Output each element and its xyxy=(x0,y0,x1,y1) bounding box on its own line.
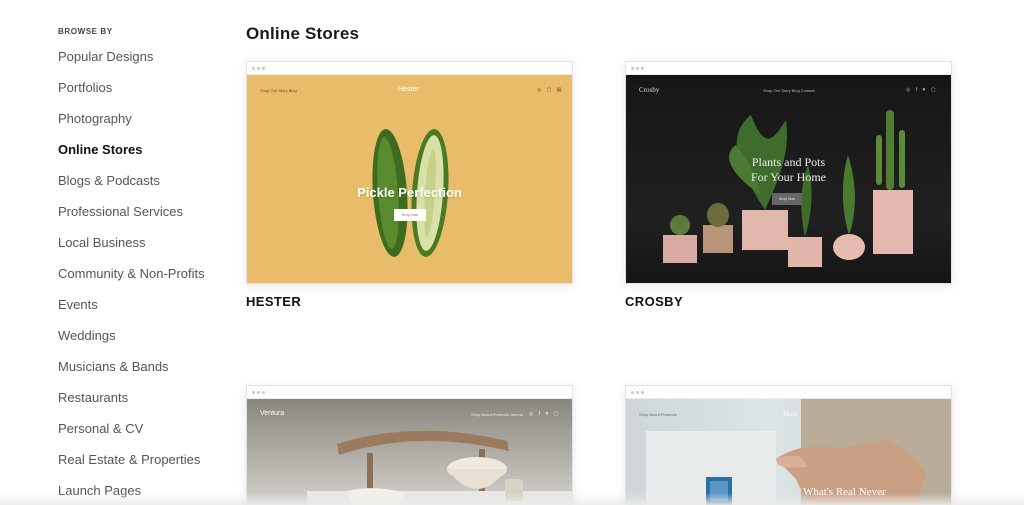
sidebar-item-online-stores[interactable]: Online Stores xyxy=(58,142,143,157)
sidebar-item-portfolios[interactable]: Portfolios xyxy=(58,80,112,95)
sidebar-item-personal-cv[interactable]: Personal & CV xyxy=(58,421,143,436)
template-name[interactable]: CROSBY xyxy=(625,294,683,309)
browser-chrome xyxy=(247,62,572,75)
pickle-illustration xyxy=(372,129,449,257)
sidebar-item-photography[interactable]: Photography xyxy=(58,111,132,126)
mara-hero: Shop About Products Mara What's Real Nev… xyxy=(626,399,951,505)
sidebar-item-popular-designs[interactable]: Popular Designs xyxy=(58,49,153,64)
preview-headline-line1: Plants and Pots xyxy=(751,155,826,169)
crosby-hero: Crosby Shop Our Story Blog Contact ◎ f ♥… xyxy=(626,75,951,283)
sidebar-item-professional-services[interactable]: Professional Services xyxy=(58,204,183,219)
ventura-hero: Ventura Shop About Products Journal ◎ f … xyxy=(247,399,572,505)
template-preview-ventura[interactable]: Ventura Shop About Products Journal ◎ f … xyxy=(246,385,573,505)
sidebar-item-weddings[interactable]: Weddings xyxy=(58,328,116,343)
scroll-fade xyxy=(0,493,1024,505)
preview-headline-line2: For Your Home xyxy=(750,170,826,184)
template-name[interactable]: HESTER xyxy=(246,294,301,309)
browser-chrome xyxy=(626,386,951,399)
preview-headline: Pickle Perfection xyxy=(357,185,462,200)
template-preview-hester[interactable]: Shop Our Story Blog Hester ◎ ▢ ▤ Pickle … xyxy=(246,61,573,284)
sidebar-item-real-estate[interactable]: Real Estate & Properties xyxy=(58,452,200,467)
preview-shop-button: Shop Now xyxy=(394,209,426,221)
hester-hero: Shop Our Story Blog Hester ◎ ▢ ▤ Pickle … xyxy=(247,75,572,283)
sidebar-item-blogs-podcasts[interactable]: Blogs & Podcasts xyxy=(58,173,160,188)
sidebar-item-local-business[interactable]: Local Business xyxy=(58,235,145,250)
sidebar-item-restaurants[interactable]: Restaurants xyxy=(58,390,128,405)
page-title: Online Stores xyxy=(246,24,360,43)
template-preview-mara[interactable]: Shop About Products Mara What's Real Nev… xyxy=(625,385,952,505)
browse-by-heading: BROWSE BY xyxy=(58,27,113,36)
preview-headline: Plants and Pots For Your Home xyxy=(626,155,951,185)
sidebar-item-community-non-profits[interactable]: Community & Non-Profits xyxy=(58,266,205,281)
chair-illustration xyxy=(307,430,572,505)
hand-illustration xyxy=(646,399,951,505)
browser-chrome xyxy=(626,62,951,75)
preview-shop-button: Shop Now xyxy=(772,193,802,205)
sidebar-item-musicians-bands[interactable]: Musicians & Bands xyxy=(58,359,169,374)
browser-chrome xyxy=(247,386,572,399)
sidebar-item-events[interactable]: Events xyxy=(58,297,98,312)
template-preview-crosby[interactable]: Crosby Shop Our Story Blog Contact ◎ f ♥… xyxy=(625,61,952,284)
